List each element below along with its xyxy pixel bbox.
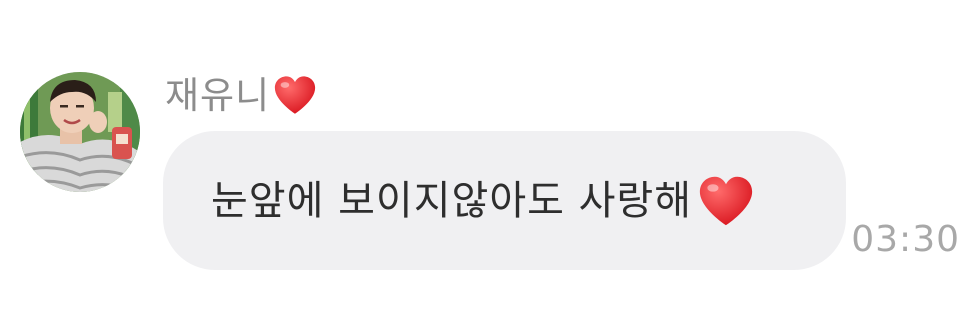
red-heart-icon <box>696 173 756 229</box>
sender-avatar[interactable] <box>20 72 140 192</box>
sender-name-row: 재유니 <box>165 70 318 120</box>
message-bubble[interactable]: 눈앞에 보이지않아도 사랑해 <box>163 131 846 270</box>
avatar-photo <box>20 72 140 192</box>
message-text: 눈앞에 보이지않아도 사랑해 <box>211 177 693 224</box>
message-timestamp: 03:30 <box>851 219 960 260</box>
sender-name: 재유니 <box>165 73 271 117</box>
chat-message-row: 재유니 눈앞에 보이지않아도 사랑해 03:30 <box>0 0 980 326</box>
red-heart-icon <box>272 73 318 117</box>
